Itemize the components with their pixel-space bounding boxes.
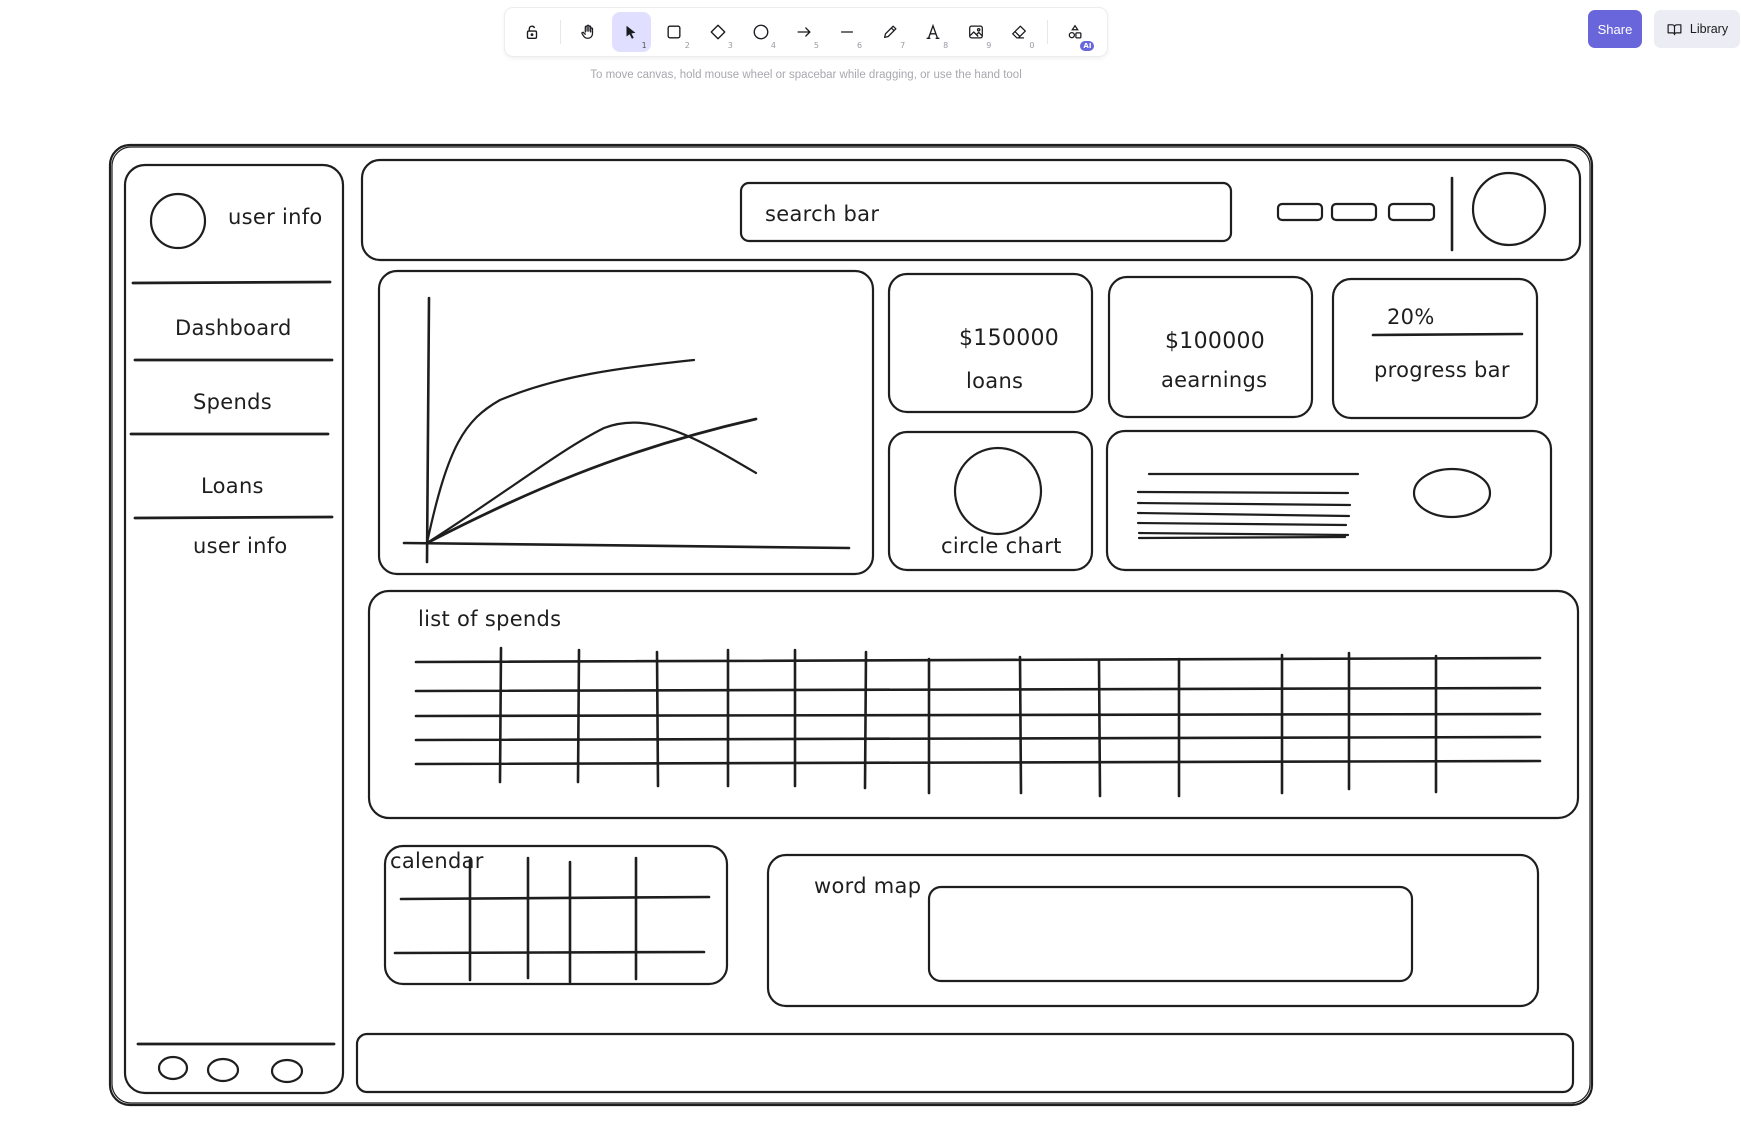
- sidebar-footer-dot[interactable]: [206, 1057, 240, 1083]
- topbar-button[interactable]: [1330, 202, 1378, 222]
- progress-value: 20%: [1387, 305, 1435, 329]
- text-placeholder-lines: [1136, 472, 1360, 540]
- progress-bar-line: [1371, 332, 1524, 337]
- topbar-button[interactable]: [1276, 202, 1324, 222]
- progress-label: progress bar: [1374, 358, 1510, 382]
- progress-card[interactable]: [1331, 277, 1539, 420]
- outer-frame[interactable]: [108, 143, 1594, 1107]
- earnings-value: $100000: [1165, 329, 1266, 354]
- spends-title: list of spends: [418, 607, 562, 631]
- sidebar-footer-dot[interactable]: [270, 1058, 304, 1084]
- sidebar-avatar[interactable]: [149, 192, 207, 250]
- spends-table-grid: [414, 646, 1542, 798]
- topbar-button[interactable]: [1387, 202, 1436, 222]
- outer-frame-inner-stroke: [111, 146, 1591, 1104]
- word-map-box[interactable]: [927, 885, 1414, 983]
- lines-card-oval: [1412, 467, 1492, 519]
- word-map-title: word map: [814, 874, 922, 898]
- loans-label: loans: [966, 369, 1024, 393]
- sidebar-frame[interactable]: [123, 163, 345, 1095]
- chart-series-line: [425, 417, 758, 545]
- search-bar-label: search bar: [765, 202, 880, 226]
- topbar-avatar[interactable]: [1471, 171, 1547, 247]
- chart-x-axis: [402, 541, 851, 550]
- chart-series-line: [425, 421, 758, 545]
- circle-chart-shape: [953, 446, 1043, 536]
- drawing-canvas[interactable]: user info Dashboard Spends Loans user in…: [0, 0, 1741, 1128]
- loans-value: $150000: [959, 326, 1060, 351]
- sidebar-footer-dot[interactable]: [157, 1055, 189, 1081]
- sidebar-item-loans[interactable]: Loans: [201, 474, 264, 498]
- topbar-frame: [360, 158, 1582, 262]
- footer-bar[interactable]: [355, 1032, 1575, 1094]
- chart-y-axis: [425, 296, 431, 564]
- sidebar-item-dashboard[interactable]: Dashboard: [175, 316, 292, 340]
- earnings-label: aearnings: [1161, 368, 1268, 392]
- calendar-grid: [393, 856, 711, 984]
- sidebar-user-info-top: user info: [228, 205, 323, 229]
- circle-chart-label: circle chart: [941, 534, 1062, 558]
- sidebar-item-user-info[interactable]: user info: [193, 534, 288, 558]
- lines-card[interactable]: [1105, 429, 1553, 572]
- sidebar-item-spends[interactable]: Spends: [193, 390, 272, 414]
- calendar-title: calendar: [390, 849, 484, 873]
